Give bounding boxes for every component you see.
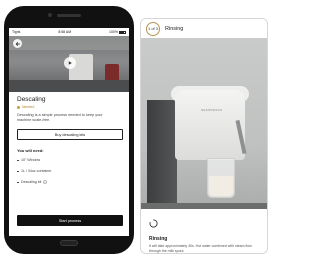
status-badge: Needed bbox=[17, 105, 123, 109]
list-item: 10" Window bbox=[17, 158, 123, 162]
battery-group: 100% bbox=[109, 30, 126, 34]
status-dot-icon bbox=[17, 105, 20, 109]
dash-icon bbox=[17, 170, 19, 172]
status-badge-label: Needed bbox=[22, 105, 35, 109]
counter-shelf bbox=[9, 80, 129, 92]
panel-title: Rinsing bbox=[149, 236, 168, 242]
rinsing-screen: 1 of 3 Rinsing NESPRESSO Rinsing It will… bbox=[140, 18, 268, 254]
clock-label: 8:58 AM bbox=[58, 30, 72, 34]
requirements-heading: You will need: bbox=[17, 148, 44, 153]
play-icon bbox=[68, 61, 72, 65]
status-bar: Tigris 8:58 AM 100% bbox=[9, 28, 129, 36]
back-button[interactable] bbox=[13, 39, 22, 48]
screenshot-stage: Tigris 8:58 AM 100% Descaling Needed Des… bbox=[0, 0, 270, 257]
arrow-left-icon bbox=[15, 41, 20, 46]
earpiece-speaker bbox=[57, 14, 81, 17]
dash-icon bbox=[17, 159, 19, 161]
list-item-label: Descaling kit bbox=[21, 180, 42, 184]
dark-appliance-image bbox=[147, 100, 177, 219]
loading-spinner-icon bbox=[149, 219, 158, 228]
machine-brand-logo: NESPRESSO bbox=[201, 108, 223, 112]
machine-photo: NESPRESSO bbox=[141, 38, 267, 219]
home-button[interactable] bbox=[60, 240, 78, 246]
step-counter-badge: 1 of 3 bbox=[146, 21, 160, 36]
coffee-machine-body-image bbox=[175, 90, 245, 160]
requirements-list: 10" Window 1L / 34oz container Descaling… bbox=[17, 158, 123, 184]
list-item-label: 1L / 34oz container bbox=[21, 169, 52, 173]
play-video-button[interactable] bbox=[64, 57, 76, 69]
background-cabinet bbox=[9, 36, 129, 50]
front-camera bbox=[48, 13, 52, 17]
buy-descaling-kits-button[interactable]: Buy descaling kits bbox=[17, 129, 123, 140]
descaling-screen: Tigris 8:58 AM 100% Descaling Needed Des… bbox=[9, 28, 129, 236]
phone-device-left: Tigris 8:58 AM 100% Descaling Needed Des… bbox=[4, 6, 134, 254]
battery-label: 100% bbox=[109, 30, 118, 34]
progress-panel: Rinsing It will take approximately 40s. … bbox=[141, 209, 267, 253]
descaling-description: Descaling is a simple process needed to … bbox=[17, 113, 103, 122]
list-item: 1L / 34oz container bbox=[17, 169, 123, 173]
carrier-label: Tigris bbox=[12, 30, 21, 34]
list-item-label: 10" Window bbox=[21, 158, 41, 162]
screen-header: 1 of 3 Rinsing bbox=[141, 19, 267, 38]
battery-icon bbox=[118, 30, 126, 34]
info-icon[interactable] bbox=[43, 180, 48, 184]
panel-description: It will take approximately 40s. Hot wate… bbox=[149, 244, 252, 253]
start-process-button[interactable]: Start process bbox=[17, 215, 123, 226]
header-title: Rinsing bbox=[165, 25, 184, 32]
page-title: Descaling bbox=[17, 96, 46, 103]
descaling-content: Descaling Needed Descaling is a simple p… bbox=[17, 96, 123, 191]
list-item: Descaling kit bbox=[17, 180, 123, 184]
milk-in-cup-image bbox=[209, 176, 233, 196]
dash-icon bbox=[17, 181, 19, 183]
